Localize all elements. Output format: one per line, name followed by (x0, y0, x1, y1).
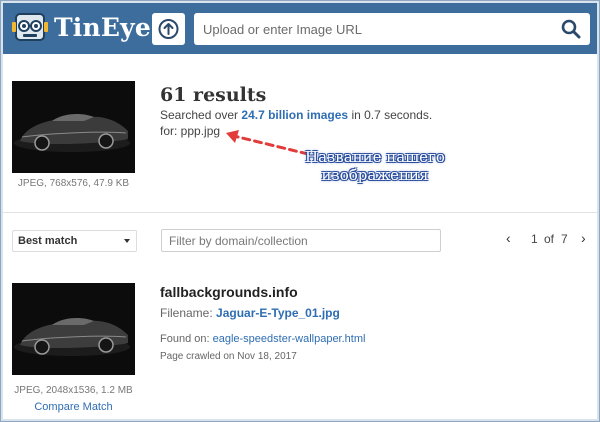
search-input[interactable] (194, 13, 544, 45)
annotation-arrow (226, 130, 310, 156)
section-divider (2, 212, 598, 213)
filter-input[interactable] (161, 229, 441, 252)
filename-link[interactable]: Jaguar-E-Type_01.jpg (216, 306, 340, 320)
page-current: 1 (531, 232, 538, 246)
upload-button[interactable] (152, 13, 185, 45)
sort-select[interactable]: Best match (12, 230, 137, 252)
caret-down-icon (124, 239, 130, 243)
query-image-meta: JPEG, 768x576, 47.9 KB (17, 178, 130, 189)
result-crawled-date: Page crawled on Nov 18, 2017 (160, 351, 297, 362)
annotation-line-2: изображения (321, 166, 429, 184)
compare-match-link[interactable]: Compare Match (12, 401, 135, 413)
searched-suffix: in 0.7 seconds. (348, 108, 433, 122)
query-filename: for: ppp.jpg (160, 124, 221, 138)
result-filename: Filename: Jaguar-E-Type_01.jpg (160, 306, 340, 320)
query-image-thumbnail (12, 81, 135, 173)
result-domain[interactable]: fallbackgrounds.info (160, 284, 298, 300)
top-bar: TinEye (2, 2, 598, 54)
sort-selected-value: Best match (18, 235, 78, 247)
result-found-on: Found on: eagle-speedster-wallpaper.html (160, 333, 365, 345)
brand-name[interactable]: TinEye (54, 13, 151, 42)
result-image-meta: JPEG, 2048x1536, 1.2 MB (14, 385, 133, 396)
search-box (194, 13, 590, 45)
search-icon[interactable] (561, 19, 581, 39)
chevron-left-icon[interactable]: ‹ (506, 230, 511, 246)
found-label: Found on: (160, 333, 213, 345)
annotation-line-1: Название нашего (305, 148, 445, 166)
chevron-right-icon[interactable]: › (581, 230, 586, 246)
results-count: 61 results (160, 84, 267, 106)
filename-label: Filename: (160, 306, 217, 320)
searched-prefix: Searched over (160, 108, 242, 122)
found-on-link[interactable]: eagle-speedster-wallpaper.html (213, 333, 366, 345)
annotation-text: Название нашего изображения (300, 148, 450, 184)
page-total: 7 (561, 232, 568, 246)
searched-line: Searched over 24.7 billion images in 0.7… (160, 108, 432, 122)
upload-arrow-icon (158, 19, 179, 39)
result-image-thumbnail[interactable] (12, 283, 135, 375)
page-of-label: of (544, 232, 555, 246)
searched-count[interactable]: 24.7 billion images (241, 108, 348, 122)
tineye-robot-logo[interactable] (10, 10, 50, 46)
